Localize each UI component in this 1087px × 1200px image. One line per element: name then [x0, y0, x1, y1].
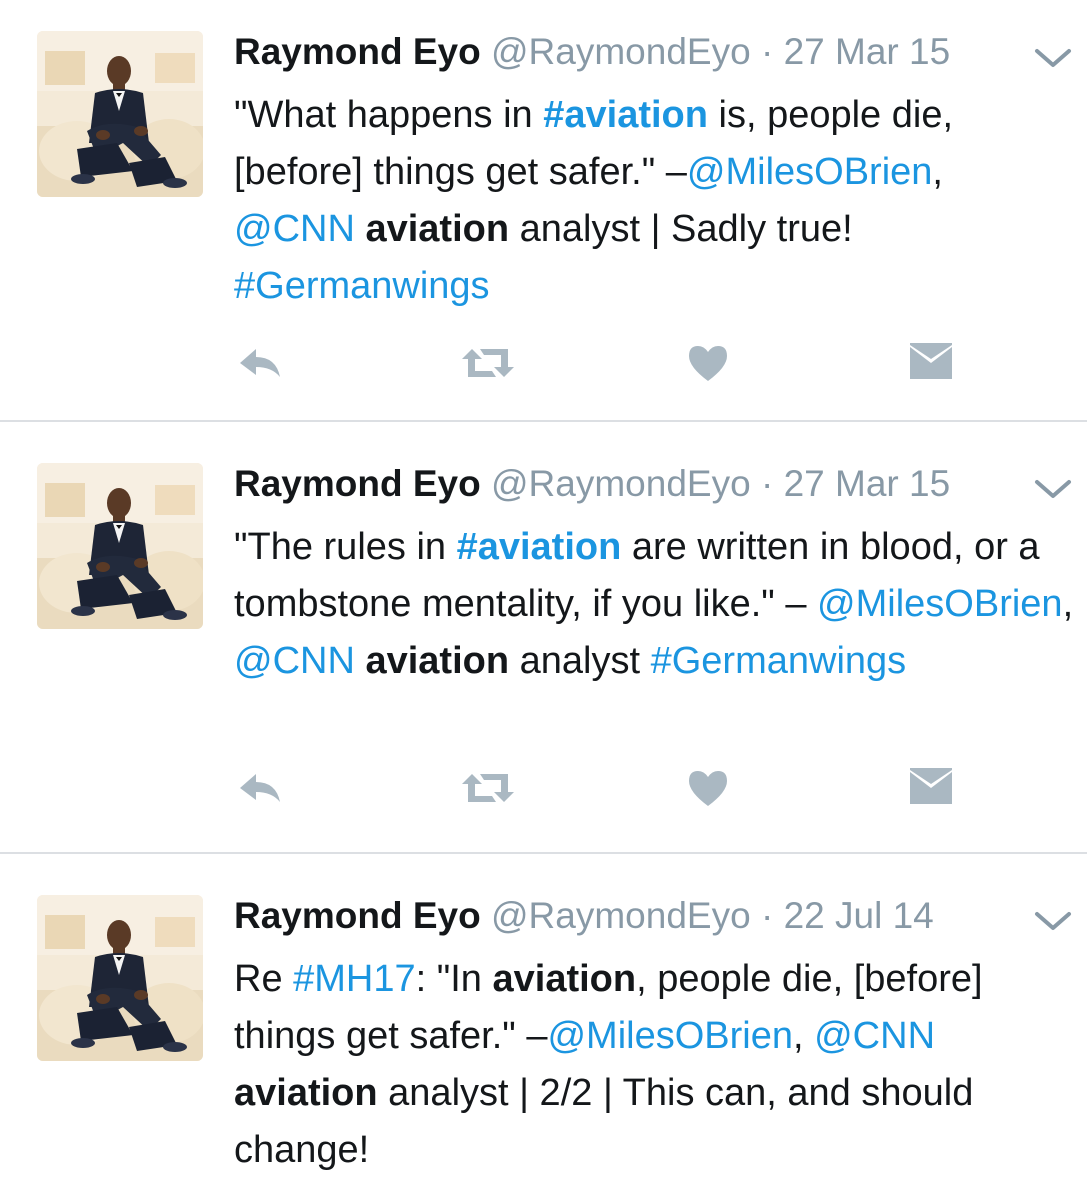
tweet[interactable]: Raymond Eyo @RaymondEyo · 27 Mar 15 "Wha…: [0, 0, 1087, 421]
text-segment: : "In: [415, 958, 493, 1000]
user-name[interactable]: Raymond Eyo: [234, 895, 481, 936]
tweet-actions: [0, 343, 1087, 393]
tweet-text: "The rules in #aviation are written in b…: [234, 519, 1074, 690]
text-segment: "What happens in: [234, 94, 544, 136]
user-name[interactable]: Raymond Eyo: [234, 463, 481, 504]
keyword-highlight: aviation: [492, 958, 637, 1000]
user-handle[interactable]: @RaymondEyo: [491, 463, 751, 504]
reply-icon[interactable]: [236, 343, 286, 393]
chevron-down-icon[interactable]: [1034, 45, 1072, 71]
reply-icon[interactable]: [236, 768, 286, 818]
tweet-text: Re #MH17: "In aviation, people die, [bef…: [234, 951, 1074, 1179]
direct-message-icon[interactable]: [908, 768, 954, 818]
hashtag-link[interactable]: #aviation: [457, 526, 622, 568]
retweet-icon[interactable]: [458, 343, 518, 393]
mention-link[interactable]: @CNN: [234, 640, 355, 682]
text-segment: [355, 208, 366, 250]
text-segment: Re: [234, 958, 294, 1000]
tweet-text: "What happens in #aviation is, people di…: [234, 87, 1074, 315]
hashtag-link[interactable]: #Germanwings: [651, 640, 907, 682]
profile-photo: [37, 895, 203, 1061]
avatar[interactable]: [37, 895, 203, 1061]
mention-link[interactable]: @MilesOBrien: [817, 583, 1063, 625]
user-handle[interactable]: @RaymondEyo: [491, 895, 751, 936]
text-segment: "The rules in: [234, 526, 457, 568]
text-segment: [355, 640, 366, 682]
tweet-date[interactable]: 22 Jul 14: [784, 895, 934, 936]
text-segment: ,: [932, 151, 943, 193]
separator: ·: [760, 895, 774, 936]
profile-photo: [37, 31, 203, 197]
mention-link[interactable]: @CNN: [234, 208, 355, 250]
mention-link[interactable]: @MilesOBrien: [547, 1015, 793, 1057]
hashtag-link[interactable]: #Germanwings: [234, 265, 490, 307]
separator: ·: [760, 463, 774, 504]
tweet-date[interactable]: 27 Mar 15: [784, 463, 951, 504]
user-handle[interactable]: @RaymondEyo: [491, 31, 751, 72]
mention-link[interactable]: @CNN: [814, 1015, 935, 1057]
hashtag-link[interactable]: #MH17: [293, 958, 416, 1000]
text-segment: analyst | Sadly true!: [509, 208, 853, 250]
separator: ·: [760, 31, 774, 72]
profile-photo: [37, 463, 203, 629]
avatar[interactable]: [37, 31, 203, 197]
tweet-actions: [0, 768, 1087, 818]
keyword-highlight: aviation: [365, 208, 510, 250]
retweet-icon[interactable]: [458, 768, 518, 818]
keyword-highlight: aviation: [365, 640, 510, 682]
tweet-header: Raymond Eyo @RaymondEyo · 27 Mar 15: [234, 462, 950, 506]
tweet[interactable]: Raymond Eyo @RaymondEyo · 22 Jul 14 Re #…: [0, 854, 1087, 1200]
hashtag-link[interactable]: #aviation: [543, 94, 708, 136]
like-icon[interactable]: [685, 768, 731, 818]
avatar[interactable]: [37, 463, 203, 629]
direct-message-icon[interactable]: [908, 343, 954, 393]
chevron-down-icon[interactable]: [1034, 476, 1072, 502]
keyword-highlight: aviation: [234, 1072, 378, 1114]
tweet-date[interactable]: 27 Mar 15: [784, 31, 951, 72]
tweet-header: Raymond Eyo @RaymondEyo · 22 Jul 14: [234, 894, 934, 938]
mention-link[interactable]: @MilesOBrien: [687, 151, 933, 193]
text-segment: ,: [1062, 583, 1074, 625]
like-icon[interactable]: [685, 343, 731, 393]
chevron-down-icon[interactable]: [1034, 908, 1072, 934]
text-segment: analyst: [509, 640, 651, 682]
text-segment: ,: [792, 1015, 815, 1057]
user-name[interactable]: Raymond Eyo: [234, 31, 481, 72]
tweet[interactable]: Raymond Eyo @RaymondEyo · 27 Mar 15 "The…: [0, 422, 1087, 853]
tweet-header: Raymond Eyo @RaymondEyo · 27 Mar 15: [234, 30, 950, 74]
